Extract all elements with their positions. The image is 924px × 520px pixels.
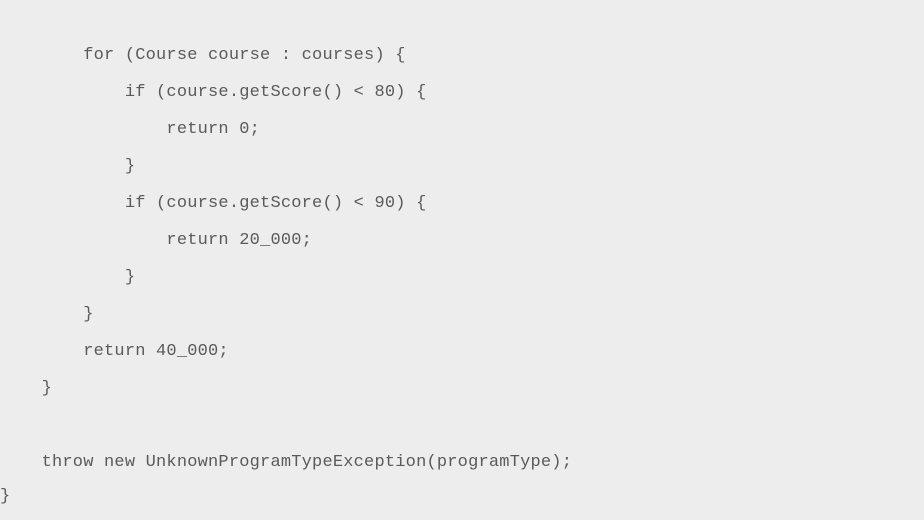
code-line-close-brace: } (0, 379, 53, 398)
code-line-close-brace: } (0, 268, 136, 287)
code-line-for-loop: for (Course course : courses) { (0, 46, 406, 65)
code-line-throw-exception: throw new UnknownProgramTypeException(pr… (0, 453, 573, 472)
code-line-return-20000: return 20_000; (0, 231, 313, 250)
code-line-close-brace: } (0, 487, 11, 506)
code-line-return-40000: return 40_000; (0, 342, 229, 361)
code-line-close-brace: } (0, 157, 136, 176)
code-line-if-score-80: if (course.getScore() < 80) { (0, 83, 427, 102)
code-line-close-brace: } (0, 305, 94, 324)
code-line-return-0: return 0; (0, 120, 261, 139)
code-block: for (Course course : courses) { if (cour… (0, 0, 924, 520)
code-line-if-score-90: if (course.getScore() < 90) { (0, 194, 427, 213)
